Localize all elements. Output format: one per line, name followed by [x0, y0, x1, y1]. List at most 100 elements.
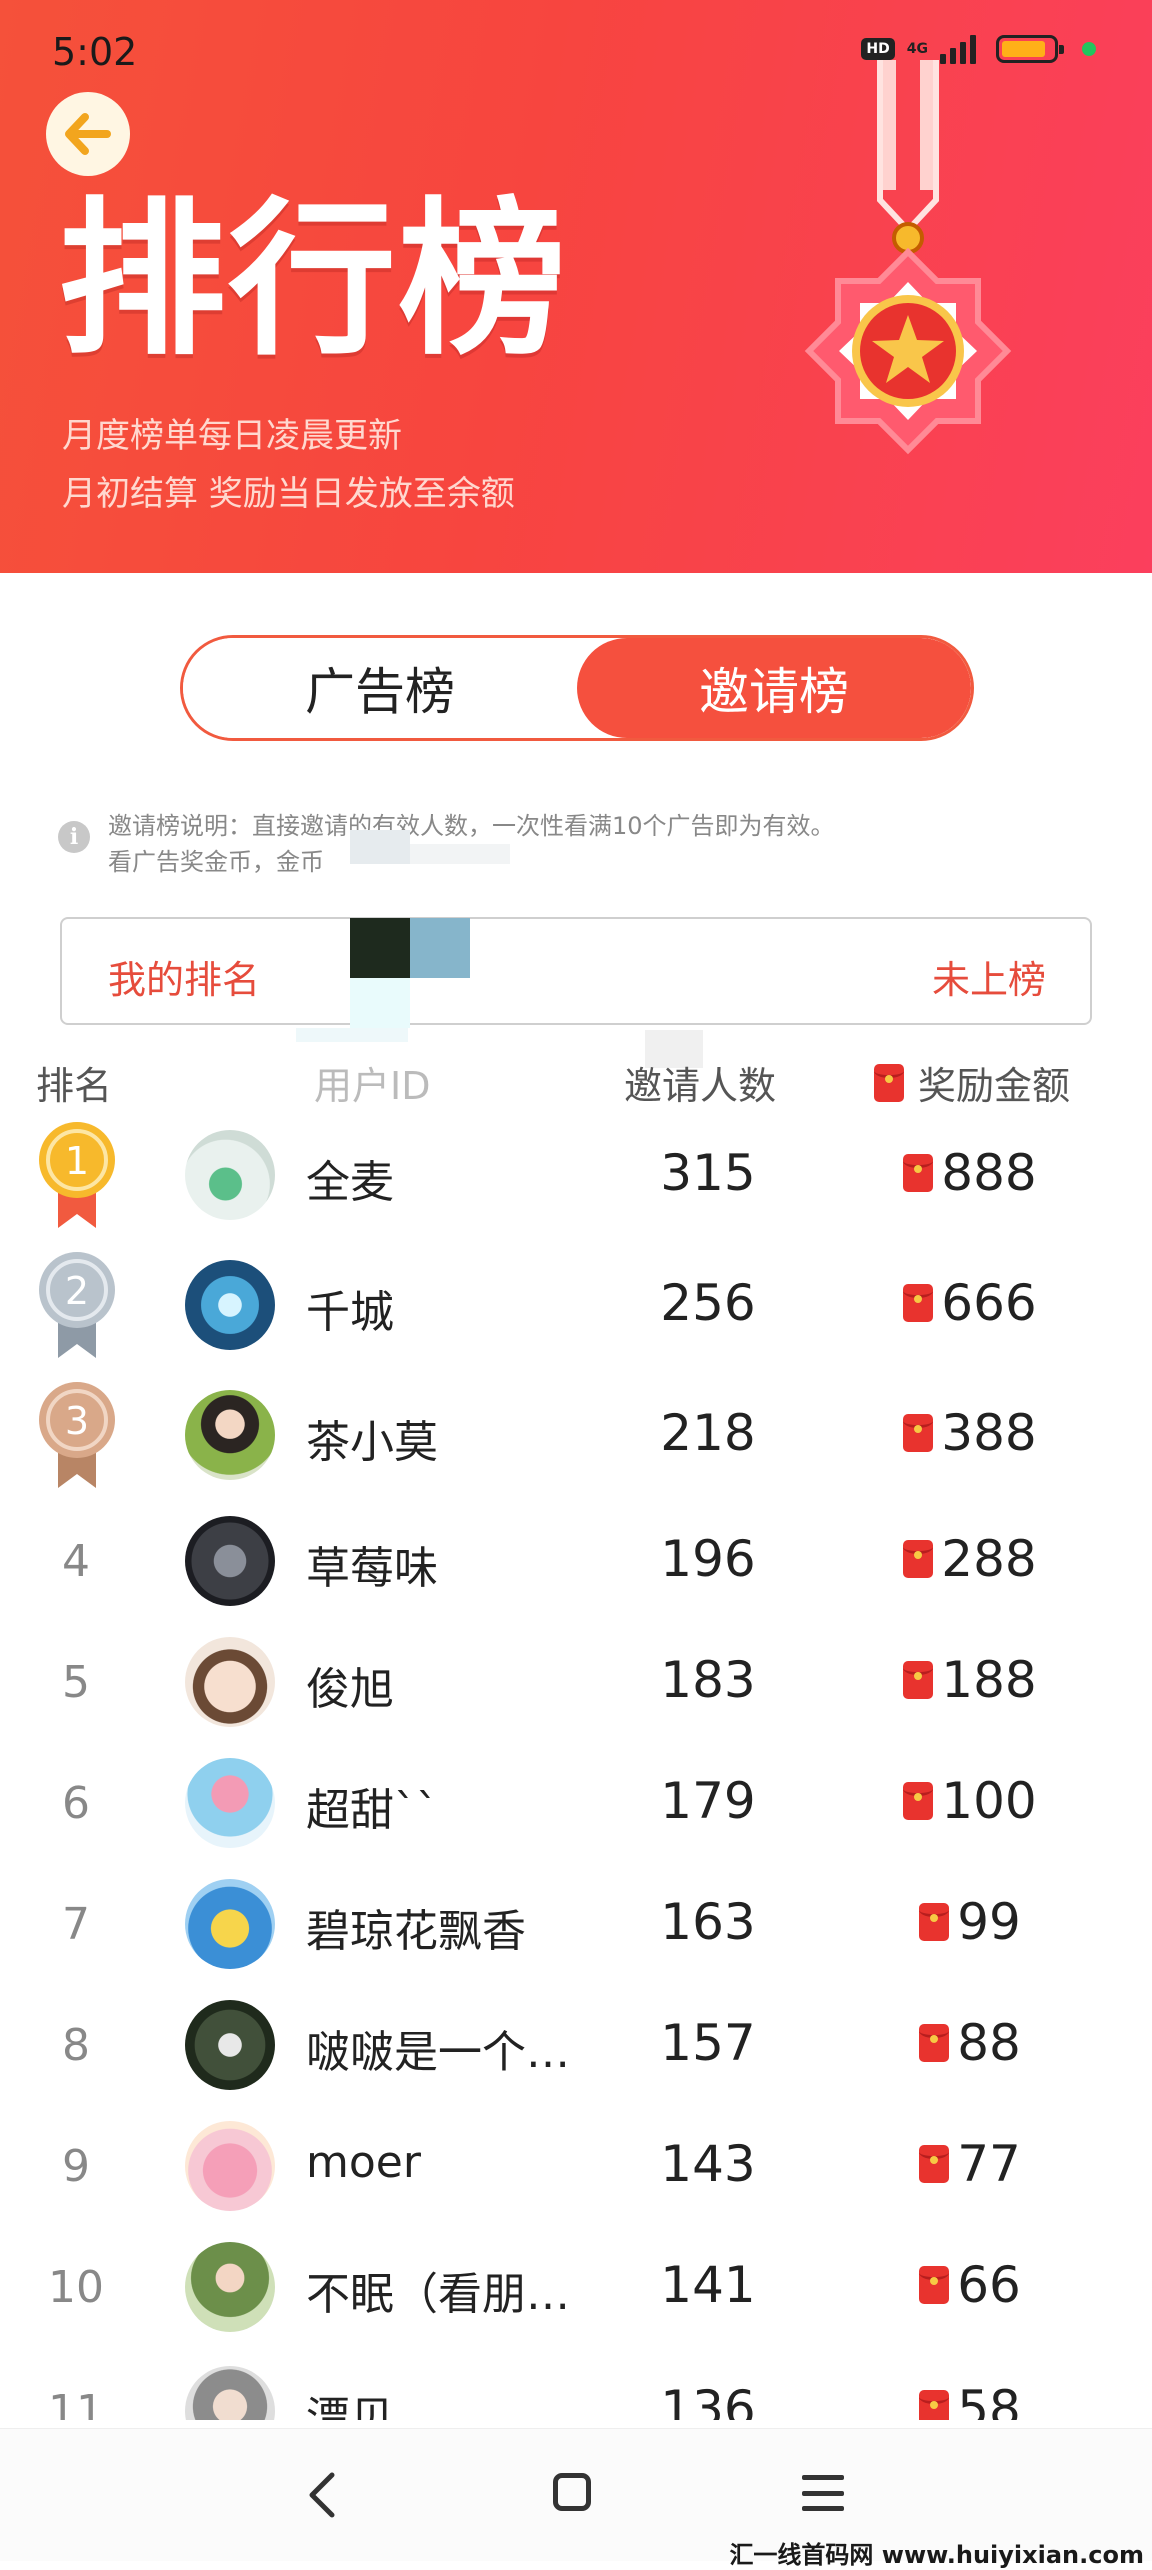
- invite-count: 196: [660, 1530, 756, 1588]
- menu-icon[interactable]: [802, 2475, 844, 2511]
- reward-amount: 88: [860, 2014, 1080, 2072]
- invite-count: 163: [660, 1893, 756, 1951]
- table-row[interactable]: 8 啵啵是一个… 157 88: [0, 1994, 1152, 2094]
- red-envelope-icon: [919, 2024, 950, 2062]
- star-medal-icon: [804, 60, 1012, 455]
- user-name: 草莓味: [306, 1543, 438, 1594]
- table-row[interactable]: 2 千城 256 666: [0, 1252, 1152, 1358]
- hd-badge: HD: [861, 38, 895, 60]
- redacted-blur: [410, 844, 510, 864]
- avatar: [185, 2366, 275, 2420]
- banner-subtitle-2: 月初结算 奖励当日发放至余额: [62, 474, 515, 514]
- reward-amount: 77: [860, 2135, 1080, 2193]
- reward-amount: 666: [860, 1274, 1080, 1332]
- svg-text:3: 3: [65, 1399, 89, 1443]
- avatar: [185, 1758, 275, 1848]
- bronze-medal-icon: 3: [39, 1382, 115, 1488]
- user-name: moer: [306, 2137, 421, 2188]
- invite-count: 157: [660, 2014, 756, 2072]
- battery-icon: [996, 35, 1064, 63]
- table-row[interactable]: 6 超甜`` 179 100: [0, 1752, 1152, 1852]
- user-name: 碧琼花飘香: [306, 1906, 526, 1957]
- red-envelope-icon: [903, 1540, 934, 1578]
- reward-amount: 288: [860, 1530, 1080, 1588]
- square-icon[interactable]: [553, 2473, 591, 2511]
- table-row[interactable]: 11 漂贝 136 58: [0, 2360, 1152, 2420]
- red-envelope-icon: [903, 1782, 934, 1820]
- user-name: 漂贝: [306, 2393, 394, 2420]
- user-name: 俊旭: [306, 1664, 394, 1715]
- table-header: 排名 用户ID 邀请人数 奖励金额: [0, 1055, 1152, 1115]
- red-envelope-icon: [903, 1414, 934, 1452]
- table-row[interactable]: 9 moer 143 77: [0, 2115, 1152, 2215]
- rules-note-line-1: 邀请榜说明：直接邀请的有效人数，一次性看满10个广告即为有效。: [108, 812, 835, 840]
- avatar: [185, 2242, 275, 2332]
- avatar: [185, 1390, 275, 1480]
- ranking-list[interactable]: 1 全麦 315 888 2 千城 256 666 3 茶小莫 218 388: [0, 1120, 1152, 2420]
- tab-ads-ranking[interactable]: 广告榜: [183, 638, 577, 738]
- table-row[interactable]: 4 草莓味 196 288: [0, 1510, 1152, 1610]
- invite-count: 218: [660, 1404, 756, 1462]
- user-name: 不眠（看朋…: [306, 2269, 570, 2320]
- redacted-blur: [296, 1028, 408, 1042]
- rank-number: 4: [62, 1536, 90, 1587]
- avatar: [185, 1130, 275, 1220]
- avatar: [185, 1637, 275, 1727]
- table-row[interactable]: 1 全麦 315 888: [0, 1122, 1152, 1228]
- red-envelope-icon: [903, 1154, 934, 1192]
- rank-number: 8: [62, 2020, 90, 2071]
- invite-count: 143: [660, 2135, 756, 2193]
- rank-number: 5: [62, 1657, 90, 1708]
- avatar: [185, 1516, 275, 1606]
- table-row[interactable]: 5 俊旭 183 188: [0, 1631, 1152, 1731]
- invite-count: 183: [660, 1651, 756, 1709]
- rank-number: 9: [62, 2141, 90, 2192]
- reward-amount: 66: [860, 2256, 1080, 2314]
- avatar: [185, 2000, 275, 2090]
- red-envelope-icon: [874, 1063, 904, 1102]
- rules-note-line-2: 看广告奖金币，金币: [108, 848, 324, 876]
- redacted-blur: [350, 830, 410, 864]
- my-rank-status: 未上榜: [931, 958, 1046, 1002]
- table-row[interactable]: 10 不眠（看朋… 141 66: [0, 2236, 1152, 2336]
- reward-amount: 100: [860, 1772, 1080, 1830]
- watermark: 汇一线首码网 www.huiyixian.com: [729, 2541, 1144, 2569]
- silver-medal-icon: 2: [39, 1252, 115, 1358]
- svg-text:1: 1: [65, 1139, 89, 1183]
- status-dot: [1082, 42, 1096, 56]
- svg-text:2: 2: [65, 1269, 89, 1313]
- reward-amount: 388: [860, 1404, 1080, 1462]
- rank-number: 10: [48, 2262, 104, 2313]
- page-title: 排行榜: [58, 182, 568, 378]
- rank-number: 11: [48, 2386, 104, 2420]
- red-envelope-icon: [919, 2145, 950, 2183]
- red-envelope-icon: [919, 2266, 950, 2304]
- reward-amount: 99: [860, 1893, 1080, 1951]
- my-rank-card: 我的排名 未上榜: [60, 917, 1092, 1025]
- avatar: [185, 1260, 275, 1350]
- table-row[interactable]: 7 碧琼花飘香 163 99: [0, 1873, 1152, 1973]
- red-envelope-icon: [903, 1661, 934, 1699]
- red-envelope-icon: [919, 1903, 950, 1941]
- table-row[interactable]: 3 茶小莫 218 388: [0, 1382, 1152, 1488]
- invite-count: 256: [660, 1274, 756, 1332]
- leaderboard-tabs: 广告榜 邀请榜: [180, 635, 974, 741]
- chevron-left-icon[interactable]: [300, 2469, 344, 2521]
- arrow-left-icon: [65, 113, 111, 155]
- info-icon: i: [58, 821, 90, 853]
- rank-number: 6: [62, 1778, 90, 1829]
- red-envelope-icon: [919, 2390, 950, 2420]
- banner-subtitle-1: 月度榜单每日凌晨更新: [62, 416, 402, 456]
- avatar: [185, 2121, 275, 2211]
- invite-count: 136: [660, 2380, 756, 2420]
- rank-number: 7: [62, 1899, 90, 1950]
- tab-invite-ranking[interactable]: 邀请榜: [577, 638, 971, 738]
- invite-count: 179: [660, 1772, 756, 1830]
- header-rank: 排名: [36, 1064, 113, 1108]
- reward-amount: 188: [860, 1651, 1080, 1709]
- user-name: 千城: [306, 1287, 394, 1338]
- avatar: [185, 1879, 275, 1969]
- user-name: 全麦: [306, 1157, 394, 1208]
- back-button[interactable]: [46, 92, 130, 176]
- header-reward: 奖励金额: [874, 1055, 1070, 1110]
